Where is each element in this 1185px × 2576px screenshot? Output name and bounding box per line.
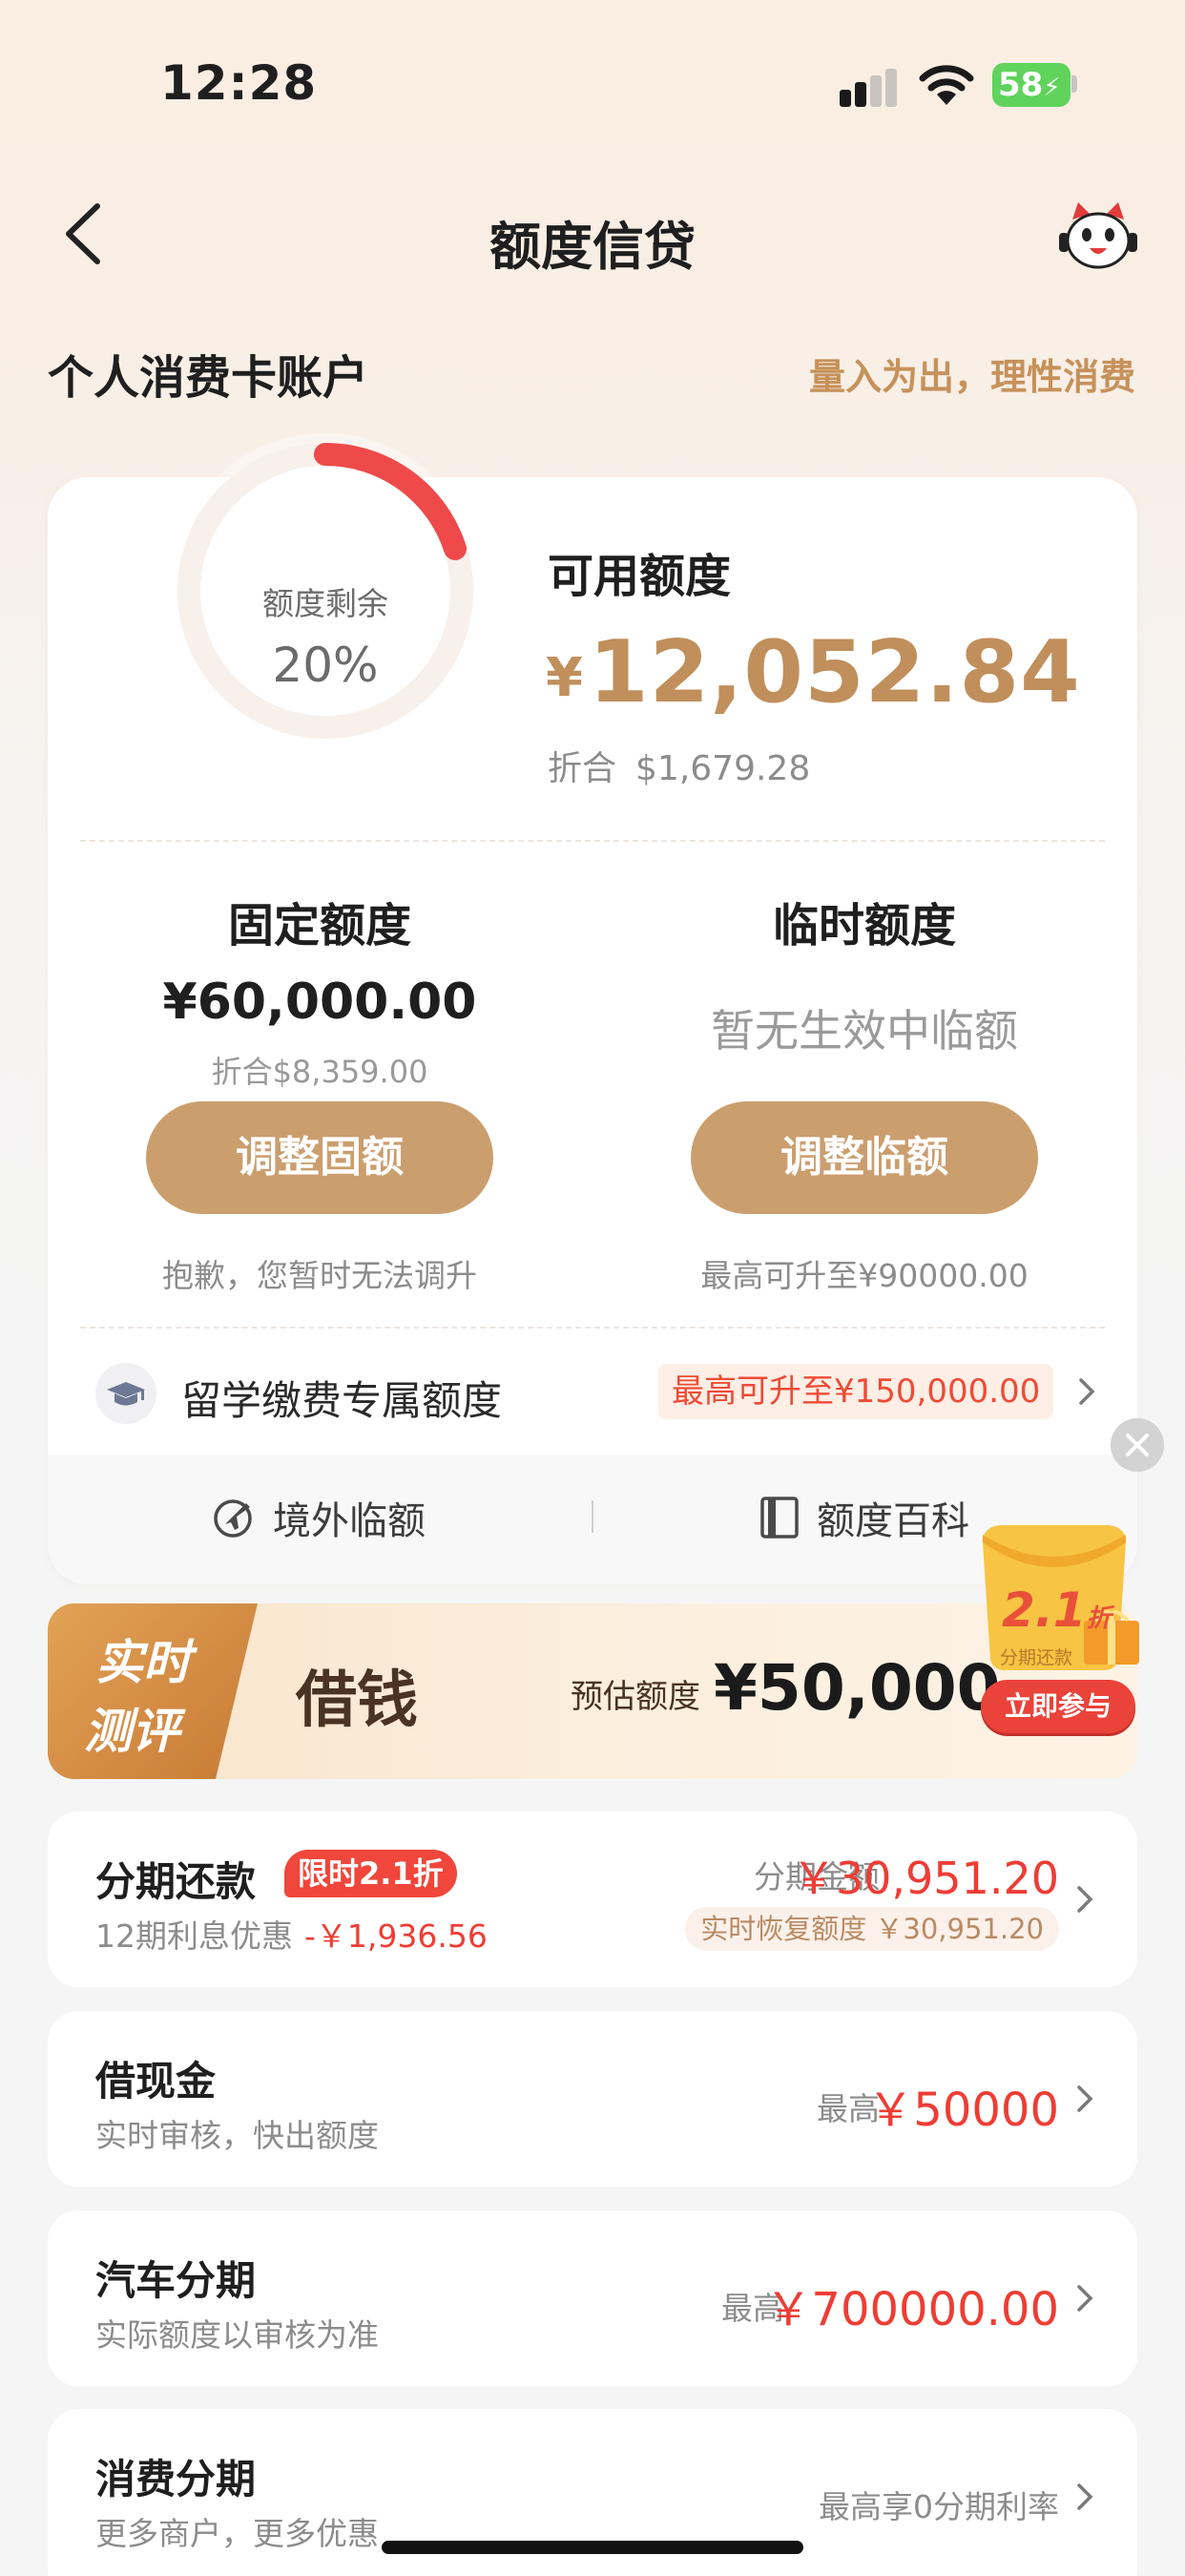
tag-line-2: 测评 xyxy=(84,1704,179,1759)
temporary-credit-title: 临时额度 xyxy=(772,899,956,953)
installment-repay-card[interactable]: 分期还款 限时2.1折 12期利息优惠 -￥1,936.56 分期金额 ￥30,9… xyxy=(48,1812,1137,1987)
installment-saving: -￥1,936.56 xyxy=(304,1917,488,1955)
study-abroad-credit-label[interactable]: 留学缴费专属额度 xyxy=(181,1369,502,1427)
battery-indicator: 58⚡ xyxy=(992,63,1071,107)
plane-globe-icon xyxy=(214,1499,252,1538)
fixed-credit-amount: ¥60,000.00 xyxy=(162,974,477,1031)
credit-wiki-link[interactable]: 额度百科 xyxy=(759,1493,969,1543)
realtime-evaluation-tag: 实时 测评 xyxy=(48,1603,258,1779)
cellular-signal-icon xyxy=(840,69,899,107)
consumer-sub: 更多商户，更多优惠 xyxy=(95,2515,379,2552)
overseas-temp-credit-link[interactable]: 境外临额 xyxy=(212,1493,426,1543)
home-indicator[interactable] xyxy=(382,2541,803,2554)
promo-discount-value: 2.1 xyxy=(1002,1582,1087,1638)
wifi-icon xyxy=(919,65,974,105)
chevron-right-icon[interactable] xyxy=(1078,1377,1095,1406)
restore-credit-pill: 实时恢复额度 ￥30,951.20 xyxy=(685,1907,1059,1951)
status-time: 12:28 xyxy=(160,55,318,111)
available-amount-value: 12,052.84 xyxy=(588,622,1081,723)
account-slogan: 量入为出，理性消费 xyxy=(808,356,1135,398)
battery-tip xyxy=(1071,75,1077,93)
promo-discount: 2.1折 xyxy=(1002,1582,1112,1638)
cash-sub: 实时审核，快出额度 xyxy=(95,2117,379,2154)
currency-symbol: ¥ xyxy=(546,647,583,709)
converted-amount: $1,679.28 xyxy=(635,749,811,788)
close-icon[interactable] xyxy=(1111,1418,1164,1472)
car-max-amount: ￥700000.00 xyxy=(765,2283,1059,2336)
temporary-credit-status: 暂无生效中临额 xyxy=(711,1005,1018,1057)
discount-tag: 限时2.1折 xyxy=(284,1850,457,1897)
consumer-rate-note: 最高享0分期利率 xyxy=(819,2488,1059,2525)
tag-line-1: 实时 xyxy=(95,1635,191,1690)
chevron-right-icon xyxy=(1077,1886,1093,1913)
divider xyxy=(80,1327,1105,1329)
fixed-credit-note: 抱歉，您暂时无法调升 xyxy=(162,1257,477,1294)
battery-level: 58 xyxy=(998,66,1044,104)
adjust-temporary-button[interactable]: 调整临额 xyxy=(691,1101,1038,1214)
study-abroad-badge: 最高可升至¥150,000.00 xyxy=(658,1364,1054,1419)
chevron-right-icon xyxy=(1077,2085,1093,2112)
car-title: 汽车分期 xyxy=(95,2257,257,2304)
book-icon xyxy=(760,1497,799,1539)
temporary-credit-note: 最高可升至¥90000.00 xyxy=(700,1257,1029,1294)
installment-interest-note: 12期利息优惠 -￥1,936.56 xyxy=(95,1911,488,1957)
footer-divider xyxy=(592,1500,593,1533)
promo-caption: 分期还款 xyxy=(1000,1647,1073,1668)
cash-max-amount: ￥50000 xyxy=(867,2084,1059,2137)
installment-title: 分期还款 xyxy=(95,1858,257,1905)
banner-title: 借钱 xyxy=(296,1665,418,1736)
join-now-button[interactable]: 立即参与 xyxy=(981,1680,1135,1733)
consumer-title: 消费分期 xyxy=(95,2456,257,2503)
installment-amount: ￥30,951.20 xyxy=(791,1853,1059,1904)
promo-discount-unit: 折 xyxy=(1086,1604,1112,1633)
cash-title: 借现金 xyxy=(95,2058,217,2105)
wiki-link-label: 额度百科 xyxy=(817,1499,969,1543)
adjust-fixed-button[interactable]: 调整固额 xyxy=(146,1101,493,1214)
graduation-cap-icon xyxy=(95,1363,156,1424)
banner-estimate-label: 预估额度 xyxy=(571,1678,700,1716)
available-credit-amount: ¥12,052.84 xyxy=(546,622,1081,723)
divider xyxy=(80,840,1105,842)
fixed-credit-title: 固定额度 xyxy=(227,899,411,953)
cash-loan-card[interactable]: 借现金 实时审核，快出额度 最高 ￥50000 xyxy=(48,2011,1137,2187)
fixed-credit-converted: 折合$8,359.00 xyxy=(211,1054,428,1090)
chevron-right-icon xyxy=(1077,2483,1093,2510)
available-converted: 折合 $1,679.28 xyxy=(548,741,810,790)
car-sub: 实际额度以审核为准 xyxy=(95,2316,379,2354)
chevron-right-icon xyxy=(1077,2285,1093,2312)
page-title: 额度信贷 xyxy=(489,217,696,277)
ring-label: 额度剩余 xyxy=(262,585,388,622)
customer-service-mascot-icon[interactable] xyxy=(1057,200,1139,273)
available-credit-label: 可用额度 xyxy=(548,550,732,603)
overseas-link-label: 境外临额 xyxy=(273,1499,426,1543)
car-loan-card[interactable]: 汽车分期 实际额度以审核为准 最高 ￥700000.00 xyxy=(48,2210,1137,2386)
installment-sub: 12期利息优惠 xyxy=(95,1917,293,1955)
account-title: 个人消费卡账户 xyxy=(48,351,369,405)
converted-label: 折合 xyxy=(548,749,617,788)
ring-percent: 20% xyxy=(272,638,379,693)
